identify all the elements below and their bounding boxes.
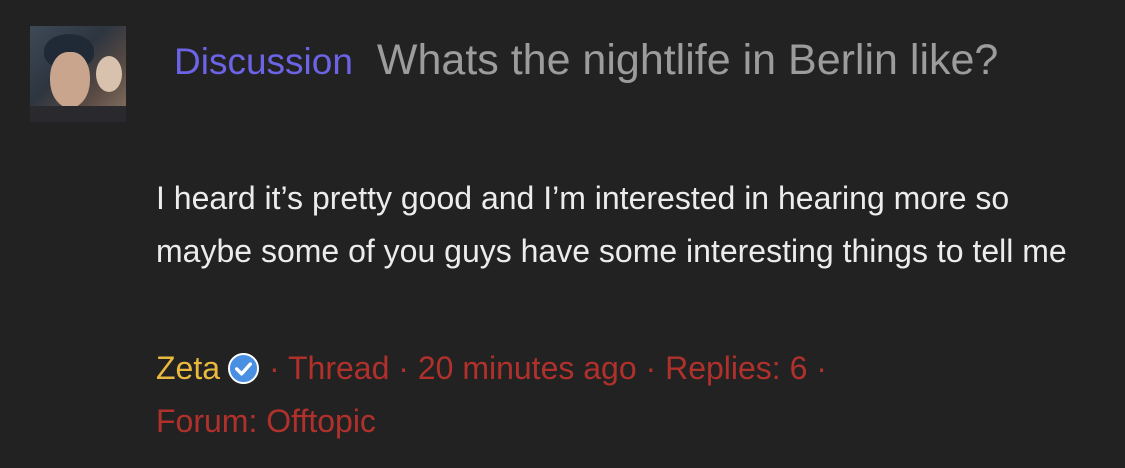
- thread-time[interactable]: 20 minutes ago: [418, 350, 637, 386]
- separator: ·: [398, 350, 409, 386]
- thread-title[interactable]: Whats the nightlife in Berlin like?: [377, 36, 998, 84]
- thread-item: Discussion Whats the nightlife in Berlin …: [0, 0, 1125, 468]
- avatar[interactable]: [30, 26, 126, 122]
- thread-prefix-badge[interactable]: Discussion: [174, 41, 353, 82]
- thread-meta: Zeta · Thread · 20 minutes ago · Replies…: [156, 342, 1056, 448]
- thread-body: I heard it’s pretty good and I’m interes…: [156, 180, 1067, 269]
- thread-type: Thread: [288, 350, 390, 386]
- avatar-shirt: [30, 106, 126, 122]
- avatar-face-secondary: [96, 56, 122, 92]
- reply-count: Replies: 6: [665, 350, 808, 386]
- separator: ·: [269, 350, 280, 386]
- forum-link[interactable]: Forum: Offtopic: [156, 403, 376, 439]
- avatar-face: [50, 52, 90, 108]
- author-name[interactable]: Zeta: [156, 350, 220, 386]
- verified-check-icon: [228, 353, 260, 385]
- thread-title-block: Discussion Whats the nightlife in Berlin …: [156, 30, 1056, 92]
- separator: ·: [645, 350, 657, 386]
- separator: ·: [816, 350, 827, 386]
